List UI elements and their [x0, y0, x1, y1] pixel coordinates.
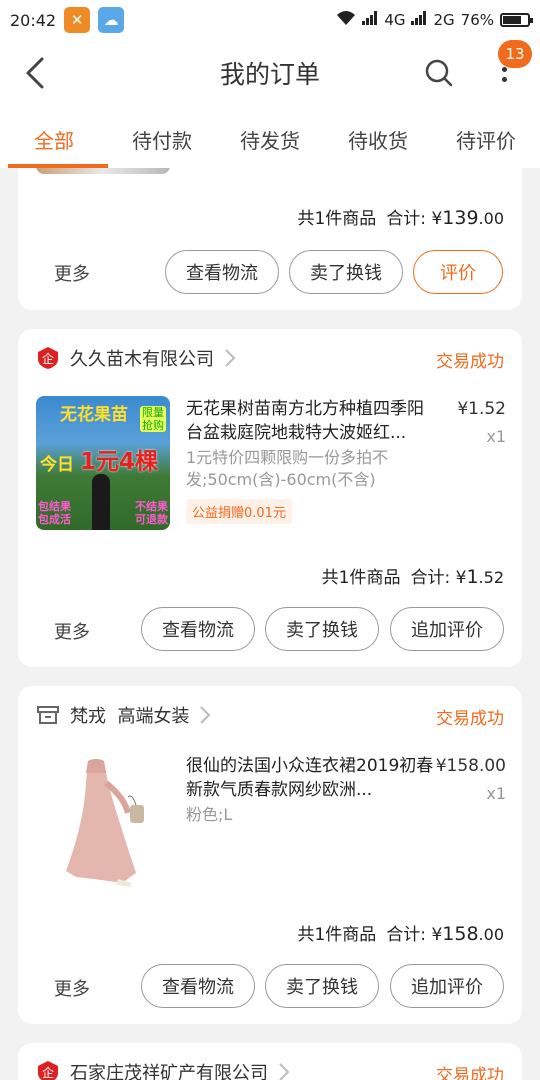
tmall-shop-icon: 企 [38, 1061, 58, 1080]
order-summary: 共1件商品 合计: ¥158.00 [297, 920, 504, 945]
battery-percent: 76% [460, 11, 494, 29]
search-icon [425, 59, 453, 87]
total-cents: .52 [478, 568, 504, 587]
order-status: 交易成功 [436, 709, 504, 729]
total-cents: .00 [478, 209, 504, 228]
total-label: 合计: [410, 568, 451, 588]
thumb-right-tag: 不结果 可退款 [135, 500, 168, 526]
more-button[interactable]: 更多 [54, 618, 90, 644]
person-figure [92, 474, 110, 530]
tab-pending-review[interactable]: 待评价 [432, 106, 540, 168]
currency-symbol: ¥ [431, 925, 443, 945]
chevron-left-icon [26, 57, 44, 89]
resell-button[interactable]: 卖了换钱 [265, 964, 379, 1008]
order-card: 企 久久苗木有限公司 交易成功 无花果苗 限量抢购 今日 1元4棵 包结果 包成… [18, 329, 522, 667]
order-card: 梵戎 高端女装 交易成功 很仙的法国小众连衣裙2019初春新款气质春款网纱欧洲.… [18, 686, 522, 1024]
order-card: 共1件商品 合计: ¥139.00 更多 查看物流 卖了换钱 评价 [18, 168, 522, 310]
back-button[interactable] [18, 54, 52, 92]
shop-row[interactable]: 企 石家庄茂祥矿产有限公司 [36, 1059, 290, 1080]
page-title: 我的订单 [219, 60, 320, 89]
signal-icon-2 [411, 11, 427, 29]
thumb-deal: 1元4棵 [80, 449, 159, 475]
chevron-right-icon [225, 349, 236, 367]
chevron-right-icon [200, 706, 211, 724]
thumb-left-tag: 包结果 包成活 [38, 500, 71, 526]
shop-row[interactable]: 企 久久苗木有限公司 [36, 345, 236, 371]
tab-pending-payment[interactable]: 待付款 [108, 106, 216, 168]
product-spec: 1元特价四颗限购一份多拍不发;50cm(含)-60cm(不含) [186, 448, 389, 489]
network-4g: 4G [384, 11, 406, 29]
resell-button[interactable]: 卖了换钱 [265, 607, 379, 651]
currency-symbol: ¥ [431, 209, 443, 229]
svg-text:企: 企 [42, 351, 54, 366]
tab-pending-shipment[interactable]: 待发货 [216, 106, 324, 168]
view-logistics-button[interactable]: 查看物流 [141, 607, 255, 651]
shop-name: 石家庄茂祥矿产有限公司 [70, 1063, 268, 1080]
status-time: 20:42 [10, 10, 57, 30]
view-logistics-button[interactable]: 查看物流 [141, 964, 255, 1008]
resell-button[interactable]: 卖了换钱 [289, 250, 403, 294]
thumb-badge: 限量抢购 [140, 406, 166, 432]
battery-icon [500, 13, 533, 27]
more-dot-icon [501, 66, 507, 72]
more-dot-icon [501, 76, 507, 82]
shop-row[interactable]: 梵戎 高端女装 [36, 702, 211, 728]
product-thumbnail[interactable] [36, 753, 170, 887]
product-spec: 粉色;L [186, 805, 233, 824]
tab-all[interactable]: 全部 [0, 106, 108, 168]
item-count: 共1件商品 [297, 925, 377, 945]
add-review-button[interactable]: 追加评价 [390, 964, 504, 1008]
status-bar: 20:42 ✕ ☁ 4G 2G 76% [0, 0, 540, 40]
dress-image [66, 759, 144, 887]
product-thumbnail[interactable]: 无花果苗 限量抢购 今日 1元4棵 包结果 包成活 不结果 可退款 [36, 396, 170, 530]
product-title[interactable]: 无花果树苗南方北方种植四季阳台盆栽庭院地栽特大波姬红... [186, 397, 438, 445]
charity-tag: 公益捐赠0.01元 [186, 499, 292, 524]
svg-text:企: 企 [42, 1065, 54, 1080]
more-button[interactable]: 更多 [54, 260, 90, 286]
order-status: 交易成功 [436, 1066, 504, 1080]
thumb-headline: 无花果苗 [60, 405, 128, 425]
view-logistics-button[interactable]: 查看物流 [165, 250, 279, 294]
currency-symbol: ¥ [455, 568, 467, 588]
total-cents: .00 [478, 925, 504, 944]
more-button[interactable]: 更多 [54, 975, 90, 1001]
chevron-right-icon [279, 1063, 290, 1080]
total-amount: 139 [442, 207, 479, 229]
product-price: ¥1.52 [457, 399, 506, 419]
top-nav-bar: 我的订单 [0, 40, 540, 106]
total-amount: 158 [442, 923, 479, 945]
battery-level [503, 16, 522, 24]
product-quantity: x1 [486, 427, 506, 446]
shop-name: 梵戎 高端女装 [70, 706, 190, 727]
wifi-icon [336, 10, 356, 30]
weather-app-icon: ☁ [98, 7, 125, 33]
order-summary: 共1件商品 合计: ¥1.52 [322, 563, 504, 588]
total-amount: 1 [466, 566, 479, 588]
product-thumbnail-partial [36, 168, 170, 174]
item-count: 共1件商品 [297, 209, 377, 229]
thumb-today: 今日 [40, 455, 74, 475]
product-quantity: x1 [486, 784, 506, 803]
search-button[interactable] [420, 54, 458, 92]
review-button[interactable]: 评价 [413, 250, 503, 294]
tab-pending-receipt[interactable]: 待收货 [324, 106, 432, 168]
order-card: 企 石家庄茂祥矿产有限公司 交易成功 [18, 1043, 522, 1080]
total-label: 合计: [386, 925, 427, 945]
shop-name: 久久苗木有限公司 [70, 349, 214, 370]
tmall-shop-icon: 企 [38, 347, 58, 369]
order-status: 交易成功 [436, 352, 504, 372]
message-count-badge: 13 [498, 40, 532, 68]
order-tabs: 全部 待付款 待发货 待收货 待评价 [0, 106, 540, 168]
product-title[interactable]: 很仙的法国小众连衣裙2019初春新款气质春款网纱欧洲... [186, 754, 438, 802]
total-label: 合计: [386, 209, 427, 229]
tools-app-icon: ✕ [64, 7, 91, 33]
network-2g: 2G [433, 11, 455, 29]
order-summary: 共1件商品 合计: ¥139.00 [297, 204, 504, 229]
add-review-button[interactable]: 追加评价 [390, 607, 504, 651]
item-count: 共1件商品 [321, 568, 401, 588]
product-price: ¥158.00 [435, 756, 506, 776]
store-icon [37, 706, 59, 724]
signal-icon [362, 11, 378, 29]
